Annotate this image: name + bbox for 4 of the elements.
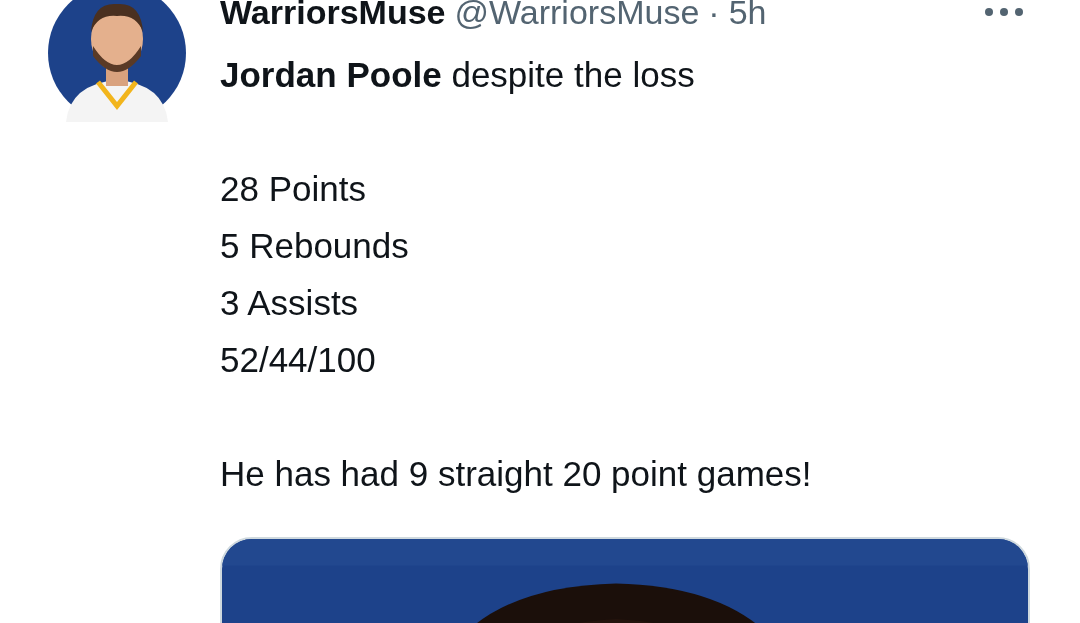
more-icon[interactable]: [984, 7, 1024, 17]
separator: ·: [708, 0, 720, 32]
avatar[interactable]: [48, 0, 186, 122]
tweet-text: Jordan Poole despite the loss 28 Points 5 Rebounds 3 Assists 52/44/100 He has had 9 straight 20 point games!: [220, 54, 813, 495]
